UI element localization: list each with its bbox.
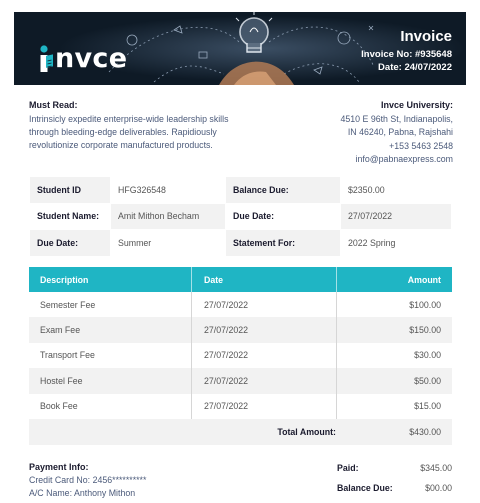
invoice-number: Invoice No: #935648 [361,49,452,60]
fee-amount: $50.00 [336,368,452,394]
fee-amount: $30.00 [336,342,452,369]
invoice-date-value: 24/07/2022 [404,62,452,73]
student-info-row: Due Date: Summer Statement For: 2022 Spr… [29,229,452,257]
must-read-section: Must Read: Intrinsicly expedite enterpri… [29,100,249,152]
fee-description: Exam Fee [40,325,81,336]
student-info-value: HFG326548 [110,176,226,204]
fee-date: 27/07/2022 [191,317,336,343]
invoice-page: nvce Invoice Invoice No: #935648 Date: 2… [0,0,480,500]
student-info-key: Student Name: [29,202,111,230]
paid-row: Paid: $345.00 [337,463,452,483]
phone-number: +153 5463 2548 [389,140,453,151]
fee-description: Hostel Fee [40,375,83,386]
address-line: 4510 E 96th St, Indianapolis, [340,114,454,124]
balance-due-value: $00.00 [425,483,452,493]
brand-wordmark: nvce [55,43,128,74]
brand-logo: nvce [36,44,127,74]
account-name-label: A/C Name: [29,487,73,498]
total-value: $430.00 [409,426,441,437]
must-read-line: revolutionize corporate manufactured pro… [29,140,213,150]
student-info-key: Due Date: [29,229,111,257]
student-info-value: 27/07/2022 [340,202,452,230]
student-info-row: Student Name: Amit Mithon Becham Due Dat… [29,202,452,230]
email-address[interactable]: info@pabnaexpress.com [341,153,453,166]
invoice-title: Invoice [400,28,452,45]
account-name-line: A/C Name: Anthony Mithon [29,487,146,500]
fee-date: 27/07/2022 [191,342,336,369]
table-row: Exam Fee 27/07/2022 $150.00 [29,317,452,343]
payment-info: Payment Info: Credit Card No: 2456******… [29,462,146,499]
student-info-value: Summer [110,229,226,257]
credit-card-number: 2456********** [92,475,147,485]
invoice-number-label: Invoice No: [361,49,413,60]
table-row: Book Fee 27/07/2022 $15.00 [29,393,452,419]
must-read-label: Must Read: [29,100,78,110]
invoice-date: Date: 24/07/2022 [378,62,452,73]
student-info-value: Amit Mithon Becham [110,202,226,230]
balance-due-label: Balance Due: [337,483,393,493]
student-info-key: Balance Due: [225,176,341,204]
invoice-banner: nvce Invoice Invoice No: #935648 Date: 2… [14,12,466,85]
fee-description: Transport Fee [40,350,95,361]
address-line: IN 46240, Pabna, Rajshahi [347,127,453,138]
fee-amount: $15.00 [336,393,452,419]
fee-date: 27/07/2022 [191,393,336,419]
total-row: Total Amount: $430.00 [29,418,452,445]
fee-date: 27/07/2022 [191,292,336,318]
student-info-key: Statement For: [225,229,341,257]
table-row: Transport Fee 27/07/2022 $30.00 [29,342,452,369]
invoice-date-label: Date: [378,62,402,73]
student-info-table: Student ID HFG326548 Balance Due: $2350.… [29,176,452,257]
must-read-line: Intrinsicly expedite enterprise-wide lea… [29,114,229,124]
column-header-description: Description [40,274,89,285]
fee-amount: $150.00 [336,317,452,343]
student-info-value: 2022 Spring [340,229,452,257]
fees-table-header: Description Date Amount [29,267,452,292]
must-read-text: Intrinsicly expedite enterprise-wide lea… [29,113,249,152]
fee-amount: $100.00 [336,292,452,318]
student-info-key: Due Date: [225,202,341,230]
student-info-value: $2350.00 [340,176,452,204]
student-info-key: Student ID [29,176,111,204]
must-read-line: through bleeding-edge deliverables. Rapi… [29,127,217,137]
credit-card-line: Credit Card No: 2456********** [29,474,146,487]
brand-logo-icon [40,45,53,72]
university-name: Invce University: [380,100,453,110]
fee-description: Book Fee [40,401,78,412]
column-header-date: Date [191,267,336,292]
total-label: Total Amount: [277,426,336,437]
student-info-row: Student ID HFG326548 Balance Due: $2350.… [29,176,452,204]
payment-info-label: Payment Info: [29,462,89,472]
fee-date: 27/07/2022 [191,368,336,394]
fees-table: Description Date Amount Semester Fee 27/… [29,267,452,445]
balance-due-row: Balance Due: $00.00 [337,483,452,503]
account-name-value: Anthony Mithon [74,487,136,498]
paid-value: $345.00 [420,463,452,473]
table-row: Hostel Fee 27/07/2022 $50.00 [29,368,452,394]
credit-card-label: Credit Card No: [29,475,91,485]
invoice-number-value: #935648 [415,49,452,60]
payment-summary: Paid: $345.00 Balance Due: $00.00 [337,463,452,503]
paid-label: Paid: [337,463,359,473]
university-address-lines: 4510 E 96th St, Indianapolis, IN 46240, … [341,113,454,166]
column-header-amount: Amount [336,267,452,292]
university-address: Invce University: 4510 E 96th St, Indian… [341,100,454,166]
fee-description: Semester Fee [40,299,96,310]
table-row: Semester Fee 27/07/2022 $100.00 [29,292,452,318]
